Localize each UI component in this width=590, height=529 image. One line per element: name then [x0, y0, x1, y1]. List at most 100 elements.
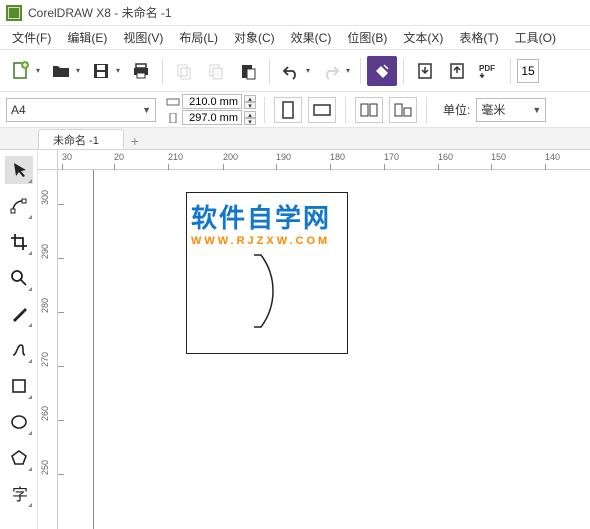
menu-file[interactable]: 文件(F) [4, 26, 59, 49]
ruler-tick: 170 [384, 152, 399, 162]
menu-tools[interactable]: 工具(O) [507, 26, 564, 49]
save-dropdown[interactable]: ▾ [116, 66, 124, 75]
menu-layout[interactable]: 布局(L) [171, 26, 226, 49]
main-toolbar: ▾ ▾ ▾ ▾ ▾ PDF [0, 50, 590, 92]
ruler-tick: 150 [491, 152, 506, 162]
ruler-origin[interactable] [38, 150, 58, 170]
page-size-combo[interactable]: A4 ▼ [6, 98, 156, 122]
ellipse-tool[interactable] [5, 408, 33, 436]
workspace: 字 30 20 210 200 190 180 170 160 150 140 … [0, 150, 590, 529]
width-icon [166, 96, 180, 108]
document-tab[interactable]: 未命名 -1 [38, 129, 124, 149]
ruler-tick: 20 [114, 152, 124, 162]
ruler-tick: 140 [545, 152, 560, 162]
separator [345, 97, 346, 123]
ruler-tick: 160 [438, 152, 453, 162]
pages-current-button[interactable] [389, 97, 417, 123]
separator [360, 58, 361, 84]
copy-button [201, 56, 231, 86]
menu-text[interactable]: 文本(X) [395, 26, 451, 49]
separator [264, 97, 265, 123]
canvas-area[interactable]: 30 20 210 200 190 180 170 160 150 140 30… [38, 150, 590, 529]
ruler-tick: 260 [40, 406, 50, 421]
chevron-down-icon: ▼ [528, 105, 541, 115]
unit-label: 单位: [443, 101, 470, 118]
redo-dropdown[interactable]: ▾ [346, 66, 354, 75]
separator [162, 58, 163, 84]
ruler-tick: 290 [40, 244, 50, 259]
menu-table[interactable]: 表格(T) [451, 26, 506, 49]
ruler-tick: 190 [276, 152, 291, 162]
ruler-tick: 180 [330, 152, 345, 162]
menu-object[interactable]: 对象(C) [226, 26, 283, 49]
document-tabstrip: 未命名 -1 + [0, 128, 590, 150]
watermark-title: 软件自学网 [191, 198, 331, 235]
menu-effect[interactable]: 效果(C) [283, 26, 340, 49]
paste-button[interactable] [233, 56, 263, 86]
ruler-tick: 210 [168, 152, 183, 162]
svg-text:字: 字 [12, 486, 28, 504]
new-dropdown[interactable]: ▾ [36, 66, 44, 75]
shape-tool[interactable] [5, 192, 33, 220]
canvas[interactable]: 软件自学网 WWW.RJZXW.COM [58, 170, 590, 529]
pick-tool[interactable] [5, 156, 33, 184]
freehand-tool[interactable] [5, 300, 33, 328]
title-bar: CorelDRAW X8 - 未命名 -1 [0, 0, 590, 26]
polygon-tool[interactable] [5, 444, 33, 472]
ruler-tick: 300 [40, 190, 50, 205]
ruler-tick: 200 [223, 152, 238, 162]
page-edge [93, 170, 94, 529]
pages-all-button[interactable] [355, 97, 383, 123]
text-tool[interactable]: 字 [5, 480, 33, 508]
open-dropdown[interactable]: ▾ [76, 66, 84, 75]
menu-bar: 文件(F) 编辑(E) 视图(V) 布局(L) 对象(C) 效果(C) 位图(B… [0, 26, 590, 50]
watermark-url: WWW.RJZXW.COM [191, 235, 331, 247]
app-icon [6, 5, 22, 21]
zoom-tool[interactable] [5, 264, 33, 292]
separator [269, 58, 270, 84]
cut-button [169, 56, 199, 86]
open-button[interactable] [46, 56, 76, 86]
new-button[interactable] [6, 56, 36, 86]
print-button[interactable] [126, 56, 156, 86]
bezier-tool[interactable] [5, 336, 33, 364]
property-bar: A4 ▼ ▴▾ ▴▾ 单位: 毫米 ▼ [0, 92, 590, 128]
portrait-button[interactable] [274, 97, 302, 123]
watermark: 软件自学网 WWW.RJZXW.COM [191, 198, 331, 247]
unit-value: 毫米 [481, 101, 528, 118]
height-input[interactable] [182, 110, 242, 125]
svg-text:PDF: PDF [479, 64, 495, 73]
separator [426, 97, 427, 123]
chevron-down-icon: ▼ [138, 105, 151, 115]
dimensions-group: ▴▾ ▴▾ [166, 94, 256, 125]
menu-edit[interactable]: 编辑(E) [59, 26, 115, 49]
horizontal-ruler[interactable]: 30 20 210 200 190 180 170 160 150 140 [58, 150, 590, 170]
redo-button [316, 56, 346, 86]
width-input[interactable] [182, 94, 242, 109]
menu-view[interactable]: 视图(V) [115, 26, 171, 49]
separator [510, 58, 511, 84]
d-shape-object[interactable] [253, 254, 323, 328]
import-button[interactable] [410, 56, 440, 86]
unit-combo[interactable]: 毫米 ▼ [476, 98, 546, 122]
width-spinner[interactable]: ▴▾ [244, 95, 256, 109]
search-button[interactable] [367, 56, 397, 86]
undo-dropdown[interactable]: ▾ [306, 66, 314, 75]
ruler-tick: 270 [40, 352, 50, 367]
pdf-button[interactable]: PDF [474, 56, 504, 86]
rectangle-tool[interactable] [5, 372, 33, 400]
add-tab-button[interactable]: + [126, 133, 144, 149]
window-title: CorelDRAW X8 - 未命名 -1 [28, 4, 172, 21]
menu-bitmap[interactable]: 位图(B) [339, 26, 395, 49]
page-size-value: A4 [11, 103, 138, 117]
height-icon [166, 112, 180, 124]
undo-button[interactable] [276, 56, 306, 86]
landscape-button[interactable] [308, 97, 336, 123]
zoom-field[interactable] [517, 59, 539, 83]
crop-tool[interactable] [5, 228, 33, 256]
toolbox: 字 [0, 150, 38, 529]
vertical-ruler[interactable]: 300 290 280 270 260 250 [38, 170, 58, 529]
save-button[interactable] [86, 56, 116, 86]
export-button[interactable] [442, 56, 472, 86]
height-spinner[interactable]: ▴▾ [244, 111, 256, 125]
